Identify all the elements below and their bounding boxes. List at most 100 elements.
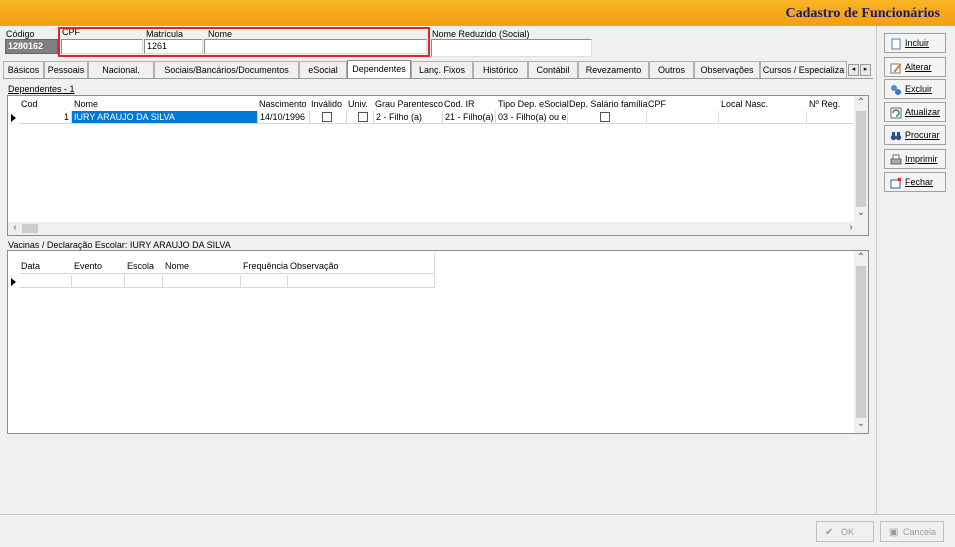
- cell-evento[interactable]: [72, 275, 125, 288]
- incluir-button[interactable]: Incluir: [884, 33, 946, 53]
- vacinas-grid[interactable]: Data Evento Escola Nome Frequência Obser…: [7, 250, 869, 434]
- col-local-nasc: Local Nasc.: [721, 99, 769, 109]
- cancela-label: Cancela: [903, 527, 937, 537]
- vacinas-header-row: [19, 254, 435, 274]
- tab-pessoais[interactable]: Pessoais: [44, 61, 88, 78]
- fechar-label: Fechar: [905, 177, 934, 187]
- col-dep-salario: Dep. Salário família: [569, 99, 648, 109]
- procurar-button[interactable]: Procurar: [884, 125, 946, 145]
- window-title: Cadastro de Funcionários: [785, 6, 940, 21]
- tab-sociais[interactable]: Sociais/Bancários/Documentos: [154, 61, 299, 78]
- cell-invalido[interactable]: [310, 111, 347, 124]
- printer-icon: [890, 154, 902, 165]
- vacinas-row-marker-icon: [11, 278, 16, 286]
- cell-cpf[interactable]: [647, 111, 719, 124]
- tab-nacional[interactable]: Nacional.: [88, 61, 154, 78]
- invalido-checkbox[interactable]: [322, 112, 332, 122]
- cell-data[interactable]: [19, 275, 72, 288]
- col-grau: Grau Parentesco: [375, 99, 444, 109]
- col-nascimento: Nascimento: [259, 99, 307, 109]
- scroll-right-icon[interactable]: ›: [844, 222, 858, 233]
- fechar-button[interactable]: Fechar: [884, 172, 946, 192]
- check-icon: ✔: [825, 527, 834, 538]
- dependentes-grid[interactable]: Cod Nome Nascimento Inválido Univ. Grau …: [7, 95, 869, 236]
- excluir-label: Excluir: [905, 84, 933, 94]
- tab-lanc-fixos[interactable]: Lanç. Fixos: [411, 61, 473, 78]
- tab-divider: [3, 78, 873, 79]
- ok-button[interactable]: ✔ OK: [816, 521, 874, 542]
- cell-observacao[interactable]: [288, 275, 435, 288]
- tab-outros[interactable]: Outros: [649, 61, 694, 78]
- vacinas-vscroll[interactable]: ⌃ ⌄: [854, 251, 868, 433]
- pencil-icon: [890, 63, 902, 74]
- cell-nome-vacina[interactable]: [163, 275, 241, 288]
- scroll-left-icon[interactable]: ‹: [8, 222, 22, 233]
- cell-nascimento[interactable]: 14/10/1996: [258, 111, 310, 124]
- col-invalido: Inválido: [311, 99, 343, 109]
- col-n-reg: Nº Reg.: [809, 99, 841, 109]
- tab-dependentes[interactable]: Dependentes: [347, 60, 411, 79]
- univ-checkbox[interactable]: [358, 112, 368, 122]
- tab-revezamento[interactable]: Revezamento: [578, 61, 649, 78]
- dependentes-vscroll[interactable]: ⌃ ⌄: [854, 96, 868, 222]
- vscroll-thumb[interactable]: [856, 266, 866, 418]
- incluir-label: Incluir: [905, 38, 930, 48]
- atualizar-button[interactable]: Atualizar: [884, 102, 946, 122]
- col-tipo-dep: Tipo Dep. eSocial: [498, 99, 569, 109]
- current-row-marker-icon: [11, 114, 16, 122]
- cell-grau[interactable]: 2 - Filho (a): [374, 111, 443, 124]
- dep-salario-checkbox[interactable]: [600, 112, 610, 122]
- highlight-box: [58, 27, 430, 57]
- delete-icon: [891, 85, 901, 95]
- alterar-button[interactable]: Alterar: [884, 57, 946, 77]
- tab-esocial[interactable]: eSocial: [299, 61, 347, 78]
- col-cod: Cod: [21, 99, 38, 109]
- ok-label: OK: [841, 527, 855, 537]
- col-univ: Univ.: [348, 99, 368, 109]
- title-bar: Cadastro de Funcionários: [0, 0, 955, 26]
- action-sidebar: [876, 26, 955, 514]
- cell-n-reg[interactable]: [807, 111, 855, 124]
- excluir-button[interactable]: Excluir: [884, 79, 946, 99]
- scroll-up-icon[interactable]: ⌃: [854, 97, 868, 108]
- col-nome: Nome: [74, 99, 99, 109]
- cell-cod-ir[interactable]: 21 - Filho(a) o: [443, 111, 496, 124]
- cell-univ[interactable]: [347, 111, 374, 124]
- cell-local-nasc[interactable]: [719, 111, 807, 124]
- tab-strip: Básicos Pessoais Nacional. Sociais/Bancá…: [3, 60, 873, 79]
- scroll-up-icon[interactable]: ⌃: [854, 252, 868, 263]
- tab-historico[interactable]: Histórico: [473, 61, 528, 78]
- tab-contabil[interactable]: Contábil: [528, 61, 578, 78]
- status-bar: [0, 514, 955, 547]
- cell-escola[interactable]: [125, 275, 163, 288]
- page-icon: [891, 38, 901, 50]
- cancel-icon: ▣: [889, 527, 899, 538]
- cell-dep-salario[interactable]: [568, 111, 647, 124]
- scroll-down-icon[interactable]: ⌄: [854, 207, 868, 218]
- tab-observacoes[interactable]: Observações: [694, 61, 760, 78]
- tab-scroll-right-icon[interactable]: ▸: [860, 64, 871, 76]
- col-cod-ir: Cod. IR: [444, 99, 475, 109]
- cell-cod[interactable]: 1: [19, 111, 72, 124]
- nome-reduzido-field[interactable]: [431, 39, 592, 57]
- cell-nome[interactable]: IURY ARAUJO DA SILVA: [72, 111, 258, 124]
- dependentes-section-label: Dependentes - 1: [8, 84, 75, 94]
- tab-scroll-left-icon[interactable]: ◂: [848, 64, 859, 76]
- hscroll-thumb[interactable]: [22, 224, 38, 233]
- cell-frequencia[interactable]: [241, 275, 288, 288]
- scroll-down-icon[interactable]: ⌄: [854, 418, 868, 429]
- tab-cursos[interactable]: Cursos / Especializa: [760, 61, 847, 78]
- imprimir-button[interactable]: Imprimir: [884, 149, 946, 169]
- procurar-label: Procurar: [905, 130, 940, 140]
- alterar-label: Alterar: [905, 62, 932, 72]
- cell-tipo-dep[interactable]: 03 - Filho(a) ou ent: [496, 111, 568, 124]
- dependentes-hscroll[interactable]: ‹ ›: [8, 222, 868, 235]
- cancela-button[interactable]: ▣ Cancela: [880, 521, 944, 542]
- vscroll-thumb[interactable]: [856, 111, 866, 207]
- atualizar-label: Atualizar: [905, 107, 941, 117]
- nome-reduzido-label: Nome Reduzido (Social): [432, 29, 530, 39]
- binoculars-icon: [890, 132, 902, 141]
- tab-basicos[interactable]: Básicos: [3, 61, 44, 78]
- codigo-field: 1280162: [5, 39, 58, 54]
- refresh-icon: [890, 107, 902, 119]
